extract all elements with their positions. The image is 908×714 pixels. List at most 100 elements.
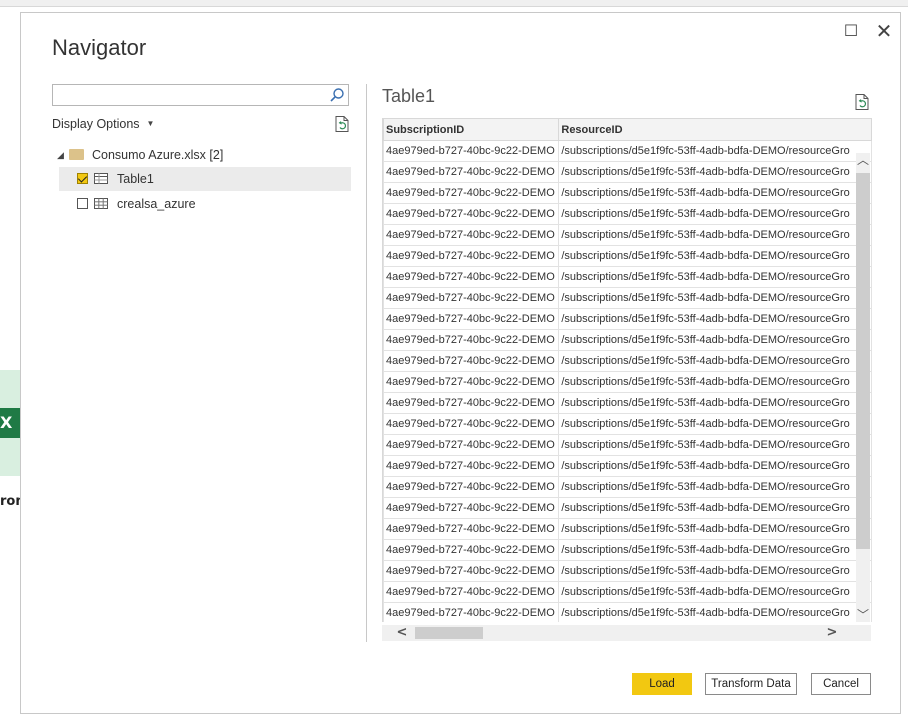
background-window-edge bbox=[0, 0, 908, 7]
cell-resourceid[interactable]: /subscriptions/d5e1f9fc-53ff-4adb-bdfa-D… bbox=[558, 413, 872, 435]
tree-root-label: Consumo Azure.xlsx [2] bbox=[92, 148, 224, 162]
table-row: 4ae979ed-b727-40bc-9c22-DEMO/subscriptio… bbox=[383, 182, 872, 204]
cell-subscriptionid[interactable]: 4ae979ed-b727-40bc-9c22-DEMO bbox=[383, 329, 560, 351]
scroll-right-icon[interactable]: > bbox=[824, 625, 840, 641]
cell-subscriptionid[interactable]: 4ae979ed-b727-40bc-9c22-DEMO bbox=[383, 455, 560, 477]
table-row: 4ae979ed-b727-40bc-9c22-DEMO/subscriptio… bbox=[383, 371, 872, 393]
cell-resourceid[interactable]: /subscriptions/d5e1f9fc-53ff-4adb-bdfa-D… bbox=[558, 329, 872, 351]
column-header-subscriptionid[interactable]: SubscriptionID bbox=[383, 118, 560, 141]
cell-subscriptionid[interactable]: 4ae979ed-b727-40bc-9c22-DEMO bbox=[383, 560, 560, 582]
cell-resourceid[interactable]: /subscriptions/d5e1f9fc-53ff-4adb-bdfa-D… bbox=[558, 392, 872, 414]
cell-resourceid[interactable]: /subscriptions/d5e1f9fc-53ff-4adb-bdfa-D… bbox=[558, 476, 872, 498]
table-row: 4ae979ed-b727-40bc-9c22-DEMO/subscriptio… bbox=[383, 203, 872, 225]
maximize-button[interactable]: ☐ bbox=[839, 19, 863, 43]
table1-checkbox[interactable] bbox=[77, 173, 88, 184]
column-header-resourceid[interactable]: ResourceID bbox=[558, 118, 872, 141]
cell-resourceid[interactable]: /subscriptions/d5e1f9fc-53ff-4adb-bdfa-D… bbox=[558, 539, 872, 561]
cell-subscriptionid[interactable]: 4ae979ed-b727-40bc-9c22-DEMO bbox=[383, 413, 560, 435]
horizontal-scrollbar[interactable]: < > bbox=[382, 625, 871, 641]
cell-subscriptionid[interactable]: 4ae979ed-b727-40bc-9c22-DEMO bbox=[383, 350, 560, 372]
cell-resourceid[interactable]: /subscriptions/d5e1f9fc-53ff-4adb-bdfa-D… bbox=[558, 182, 872, 204]
cell-subscriptionid[interactable]: 4ae979ed-b727-40bc-9c22-DEMO bbox=[383, 308, 560, 330]
navigator-dialog: Navigator ☐ ✕ Display Options ▼ ◢ Consumo… bbox=[20, 12, 901, 714]
cell-subscriptionid[interactable]: 4ae979ed-b727-40bc-9c22-DEMO bbox=[383, 266, 560, 288]
table-row: 4ae979ed-b727-40bc-9c22-DEMO/subscriptio… bbox=[383, 245, 872, 267]
cell-resourceid[interactable]: /subscriptions/d5e1f9fc-53ff-4adb-bdfa-D… bbox=[558, 308, 872, 330]
table-icon bbox=[94, 173, 108, 184]
cancel-button[interactable]: Cancel bbox=[811, 673, 871, 695]
table-row: 4ae979ed-b727-40bc-9c22-DEMO/subscriptio… bbox=[383, 497, 872, 519]
dialog-title: Navigator bbox=[52, 35, 147, 60]
scroll-down-icon[interactable]: ﹀ bbox=[856, 608, 870, 622]
cell-subscriptionid[interactable]: 4ae979ed-b727-40bc-9c22-DEMO bbox=[383, 539, 560, 561]
cell-resourceid[interactable]: /subscriptions/d5e1f9fc-53ff-4adb-bdfa-D… bbox=[558, 350, 872, 372]
table-row: 4ae979ed-b727-40bc-9c22-DEMO/subscriptio… bbox=[383, 266, 872, 288]
cell-subscriptionid[interactable]: 4ae979ed-b727-40bc-9c22-DEMO bbox=[383, 581, 560, 603]
vertical-scroll-thumb[interactable] bbox=[856, 173, 870, 549]
crealsa-azure-checkbox[interactable] bbox=[77, 198, 88, 209]
cell-subscriptionid[interactable]: 4ae979ed-b727-40bc-9c22-DEMO bbox=[383, 140, 560, 162]
scroll-up-icon[interactable]: ︿ bbox=[856, 153, 870, 167]
cell-subscriptionid[interactable]: 4ae979ed-b727-40bc-9c22-DEMO bbox=[383, 434, 560, 456]
cell-subscriptionid[interactable]: 4ae979ed-b727-40bc-9c22-DEMO bbox=[383, 392, 560, 414]
horizontal-scroll-thumb[interactable] bbox=[415, 627, 483, 639]
cell-resourceid[interactable]: /subscriptions/d5e1f9fc-53ff-4adb-bdfa-D… bbox=[558, 140, 872, 162]
cell-subscriptionid[interactable]: 4ae979ed-b727-40bc-9c22-DEMO bbox=[383, 287, 560, 309]
cell-subscriptionid[interactable]: 4ae979ed-b727-40bc-9c22-DEMO bbox=[383, 245, 560, 267]
table-row: 4ae979ed-b727-40bc-9c22-DEMO/subscriptio… bbox=[383, 161, 872, 183]
table-row: 4ae979ed-b727-40bc-9c22-DEMO/subscriptio… bbox=[383, 392, 872, 414]
table-row: 4ae979ed-b727-40bc-9c22-DEMO/subscriptio… bbox=[383, 539, 872, 561]
display-options-label: Display Options bbox=[52, 117, 140, 131]
preview-grid[interactable]: SubscriptionID ResourceID 4ae979ed-b727-… bbox=[382, 118, 872, 622]
cell-subscriptionid[interactable]: 4ae979ed-b727-40bc-9c22-DEMO bbox=[383, 161, 560, 183]
cell-subscriptionid[interactable]: 4ae979ed-b727-40bc-9c22-DEMO bbox=[383, 497, 560, 519]
cell-resourceid[interactable]: /subscriptions/d5e1f9fc-53ff-4adb-bdfa-D… bbox=[558, 266, 872, 288]
cell-resourceid[interactable]: /subscriptions/d5e1f9fc-53ff-4adb-bdfa-D… bbox=[558, 161, 872, 183]
table-header-row: SubscriptionID ResourceID bbox=[383, 118, 872, 141]
excel-icon: X bbox=[0, 408, 20, 438]
cell-resourceid[interactable]: /subscriptions/d5e1f9fc-53ff-4adb-bdfa-D… bbox=[558, 497, 872, 519]
transform-data-button[interactable]: Transform Data bbox=[705, 673, 797, 695]
table-row: 4ae979ed-b727-40bc-9c22-DEMO/subscriptio… bbox=[383, 413, 872, 435]
table-row: 4ae979ed-b727-40bc-9c22-DEMO/subscriptio… bbox=[383, 350, 872, 372]
tree-item-label: crealsa_azure bbox=[117, 197, 196, 211]
table-row: 4ae979ed-b727-40bc-9c22-DEMO/subscriptio… bbox=[383, 476, 872, 498]
search-icon[interactable] bbox=[329, 87, 345, 103]
folder-icon bbox=[69, 149, 84, 160]
table-row: 4ae979ed-b727-40bc-9c22-DEMO/subscriptio… bbox=[383, 287, 872, 309]
display-options-dropdown[interactable]: Display Options ▼ bbox=[52, 117, 154, 131]
scroll-left-icon[interactable]: < bbox=[394, 625, 410, 641]
refresh-preview-icon[interactable] bbox=[853, 93, 871, 111]
preview-table: SubscriptionID ResourceID 4ae979ed-b727-… bbox=[383, 118, 872, 622]
cell-subscriptionid[interactable]: 4ae979ed-b727-40bc-9c22-DEMO bbox=[383, 182, 560, 204]
cell-subscriptionid[interactable]: 4ae979ed-b727-40bc-9c22-DEMO bbox=[383, 371, 560, 393]
cell-resourceid[interactable]: /subscriptions/d5e1f9fc-53ff-4adb-bdfa-D… bbox=[558, 581, 872, 603]
cell-subscriptionid[interactable]: 4ae979ed-b727-40bc-9c22-DEMO bbox=[383, 476, 560, 498]
cell-resourceid[interactable]: /subscriptions/d5e1f9fc-53ff-4adb-bdfa-D… bbox=[558, 434, 872, 456]
cell-resourceid[interactable]: /subscriptions/d5e1f9fc-53ff-4adb-bdfa-D… bbox=[558, 245, 872, 267]
cell-subscriptionid[interactable]: 4ae979ed-b727-40bc-9c22-DEMO bbox=[383, 203, 560, 225]
cell-resourceid[interactable]: /subscriptions/d5e1f9fc-53ff-4adb-bdfa-D… bbox=[558, 224, 872, 246]
table-body: 4ae979ed-b727-40bc-9c22-DEMO/subscriptio… bbox=[383, 140, 872, 622]
cell-resourceid[interactable]: /subscriptions/d5e1f9fc-53ff-4adb-bdfa-D… bbox=[558, 287, 872, 309]
refresh-icon[interactable] bbox=[333, 115, 351, 133]
panel-divider bbox=[366, 84, 367, 642]
cell-subscriptionid[interactable]: 4ae979ed-b727-40bc-9c22-DEMO bbox=[383, 602, 560, 622]
cell-resourceid[interactable]: /subscriptions/d5e1f9fc-53ff-4adb-bdfa-D… bbox=[558, 203, 872, 225]
load-button[interactable]: Load bbox=[632, 673, 692, 695]
vertical-scrollbar[interactable]: ︿ ﹀ bbox=[856, 153, 870, 622]
search-input[interactable] bbox=[52, 84, 349, 106]
cell-subscriptionid[interactable]: 4ae979ed-b727-40bc-9c22-DEMO bbox=[383, 224, 560, 246]
preview-title: Table1 bbox=[382, 86, 436, 106]
expand-arrow-icon[interactable]: ◢ bbox=[57, 143, 64, 167]
cell-resourceid[interactable]: /subscriptions/d5e1f9fc-53ff-4adb-bdfa-D… bbox=[558, 455, 872, 477]
close-button[interactable]: ✕ bbox=[872, 19, 896, 43]
table-row: 4ae979ed-b727-40bc-9c22-DEMO/subscriptio… bbox=[383, 581, 872, 603]
table-row: 4ae979ed-b727-40bc-9c22-DEMO/subscriptio… bbox=[383, 455, 872, 477]
cell-resourceid[interactable]: /subscriptions/d5e1f9fc-53ff-4adb-bdfa-D… bbox=[558, 518, 872, 540]
cell-resourceid[interactable]: /subscriptions/d5e1f9fc-53ff-4adb-bdfa-D… bbox=[558, 371, 872, 393]
cell-resourceid[interactable]: /subscriptions/d5e1f9fc-53ff-4adb-bdfa-D… bbox=[558, 602, 872, 622]
table-row: 4ae979ed-b727-40bc-9c22-DEMO/subscriptio… bbox=[383, 140, 872, 162]
cell-resourceid[interactable]: /subscriptions/d5e1f9fc-53ff-4adb-bdfa-D… bbox=[558, 560, 872, 582]
cell-subscriptionid[interactable]: 4ae979ed-b727-40bc-9c22-DEMO bbox=[383, 518, 560, 540]
